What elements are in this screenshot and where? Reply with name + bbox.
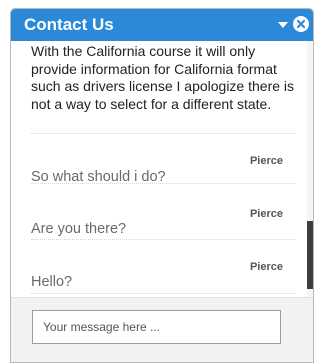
message-item: Pierce Hello? [31, 253, 295, 294]
chat-header: Contact Us [11, 9, 313, 41]
message-text: Are you there? [31, 221, 127, 237]
close-icon[interactable] [293, 16, 309, 32]
message-text: With the California course it will only … [31, 43, 295, 112]
message-item: Pierce So what should i do? [31, 145, 295, 185]
message-sender: Pierce [249, 155, 283, 167]
chat-widget: Contact Us With the California course it… [10, 8, 314, 363]
chat-title: Contact Us [24, 15, 114, 34]
message-text: Hello? [31, 274, 73, 290]
message-input[interactable] [32, 310, 281, 344]
scrollbar[interactable] [307, 41, 313, 297]
message-text: So what should i do? [31, 169, 166, 185]
chevron-down-icon[interactable] [277, 18, 289, 30]
message-list[interactable]: With the California course it will only … [11, 41, 307, 297]
message-item: Pierce Are you there? [31, 199, 295, 240]
message-sender: Pierce [249, 261, 283, 273]
message-sender: Pierce [249, 208, 283, 220]
scrollbar-thumb[interactable] [307, 221, 313, 289]
composer [11, 297, 313, 362]
message-item: With the California course it will only … [31, 41, 295, 134]
